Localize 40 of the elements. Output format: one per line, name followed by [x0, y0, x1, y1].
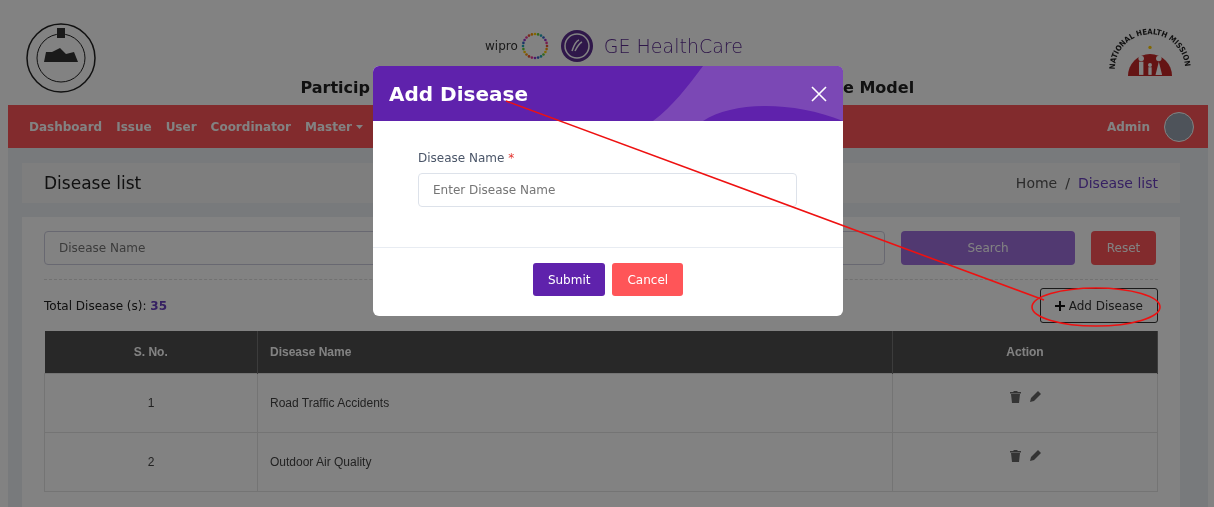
table-cell: Outdoor Air Quality [257, 432, 893, 492]
dotted-ring-icon [519, 31, 550, 61]
column-header: S. No. [44, 331, 258, 374]
wipro-logo-text: wipro [485, 39, 518, 53]
edit-icon[interactable] [1028, 391, 1041, 403]
disease-name-field[interactable]: Enter Disease Name [418, 173, 797, 207]
nav-link[interactable]: Coordinator [210, 119, 292, 134]
field-label: Disease Name * [418, 151, 516, 165]
ge-monogram-icon [559, 29, 594, 63]
page-title: Disease list [44, 173, 142, 193]
edit-icon[interactable] [1028, 450, 1041, 462]
delete-icon[interactable] [1009, 391, 1021, 403]
nav-link[interactable]: Dashboard [29, 119, 103, 134]
portal-title: Particip [299, 78, 371, 97]
portal-title: e Model [843, 78, 916, 97]
caret-icon [356, 124, 364, 129]
breadcrumb-link[interactable]: Disease list [1077, 175, 1158, 191]
delete-icon[interactable] [1009, 450, 1021, 462]
nav-link[interactable]: Issue [116, 119, 152, 134]
table-cell: 2 [44, 432, 258, 492]
submit-button[interactable]: Submit [532, 263, 606, 296]
user-name[interactable]: Admin [1106, 119, 1150, 134]
breadcrumb-link[interactable]: Home [1015, 175, 1058, 191]
add-disease-button[interactable]: Add Disease [1039, 288, 1158, 323]
cancel-button[interactable]: Cancel [612, 263, 684, 296]
reset-button[interactable]: Reset [1091, 231, 1156, 265]
table-cell: 1 [44, 373, 258, 433]
nav-dropdown[interactable]: Master [305, 119, 364, 134]
ge-logo-text: GE HealthCare [603, 35, 743, 57]
user-avatar[interactable] [1164, 111, 1194, 142]
table-cell: Road Traffic Accidents [257, 373, 893, 433]
search-button[interactable]: Search [901, 231, 1075, 265]
total-count: Total Disease (s): 35 [44, 298, 168, 313]
dialog-title: Add Disease [389, 81, 528, 106]
column-header: Disease Name [257, 331, 893, 374]
breadcrumb-separator: / [1065, 175, 1070, 191]
plus-icon [1054, 300, 1065, 311]
close-icon[interactable] [809, 83, 829, 104]
nav-link[interactable]: User [165, 119, 197, 134]
column-header: Action [892, 331, 1158, 374]
